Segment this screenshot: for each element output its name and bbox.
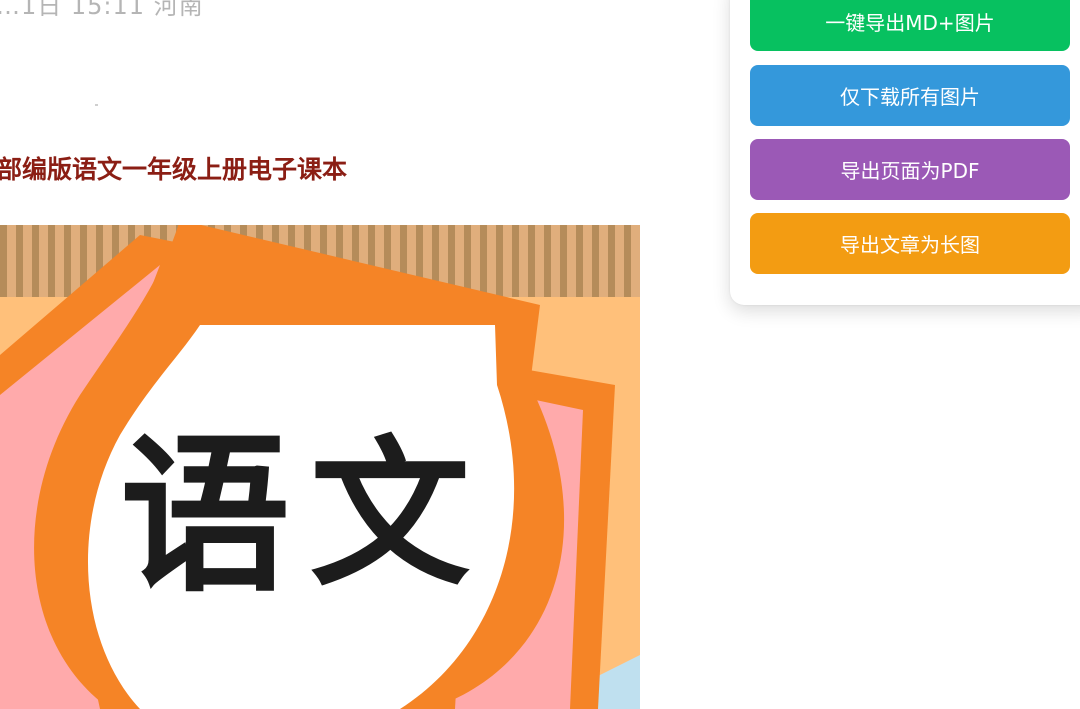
article-title: 部编版语文一年级上册电子课本 (0, 155, 348, 184)
export-pdf-button[interactable]: 导出页面为PDF (750, 139, 1070, 200)
article-meta: …1日 15:11 河南 (0, 0, 204, 20)
divider-speck (95, 104, 98, 106)
download-images-button[interactable]: 仅下载所有图片 (750, 65, 1070, 126)
cover-char-yu: 语 (120, 416, 290, 616)
export-md-images-button[interactable]: 一键导出MD+图片 (750, 0, 1070, 51)
textbook-cover-image: 语 文 (0, 225, 640, 709)
cover-char-wen: 文 (310, 420, 470, 608)
export-long-image-button[interactable]: 导出文章为长图 (750, 213, 1070, 274)
